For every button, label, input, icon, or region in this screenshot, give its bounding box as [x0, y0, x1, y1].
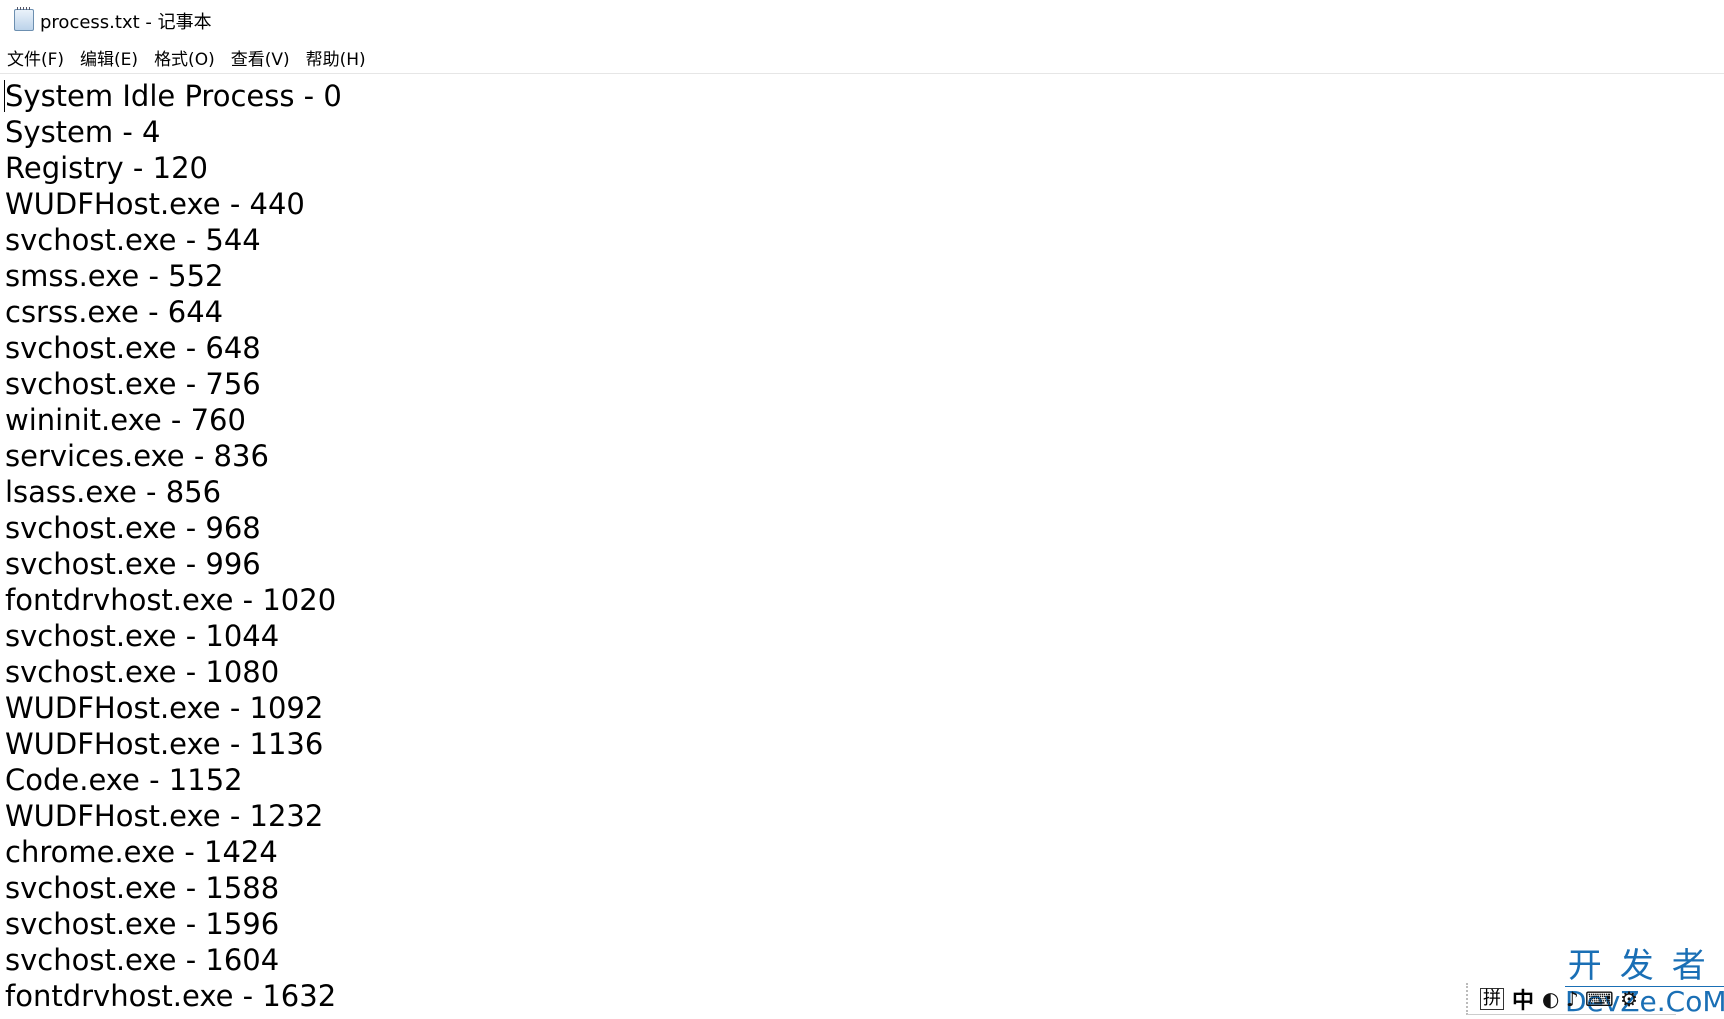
menu-file[interactable]: 文件(F)	[0, 42, 71, 72]
text-line: svchost.exe - 544	[5, 223, 261, 257]
text-line: System - 4	[5, 115, 161, 149]
text-line: smss.exe - 552	[5, 259, 224, 293]
text-line: chrome.exe - 1424	[5, 835, 278, 869]
watermark-cn: 开发者	[1565, 946, 1724, 987]
text-line: svchost.exe - 1596	[5, 907, 280, 941]
text-line: WUDFHost.exe - 1092	[5, 691, 324, 725]
ime-tool-icons[interactable]: ◐ ♪ ⌨ ⚙	[1542, 987, 1638, 1011]
text-line: fontdrvhost.exe - 1632	[5, 979, 337, 1013]
text-line: System Idle Process - 0	[5, 79, 342, 113]
document-lines: System Idle Process - 0 System - 4 Registr…	[5, 78, 342, 1014]
menu-help[interactable]: 帮助(H)	[299, 42, 373, 72]
ime-pinyin-mode[interactable]: 拼	[1480, 987, 1504, 1010]
text-line: svchost.exe - 1044	[5, 619, 280, 653]
text-line: services.exe - 836	[5, 439, 269, 473]
text-line: WUDFHost.exe - 440	[5, 187, 305, 221]
text-line: Code.exe - 1152	[5, 763, 243, 797]
ime-toolbar[interactable]: 拼 中 ◐ ♪ ⌨ ⚙	[1466, 983, 1676, 1015]
ime-language[interactable]: 中	[1512, 983, 1534, 1015]
text-line: svchost.exe - 968	[5, 511, 261, 545]
text-line: fontdrvhost.exe - 1020	[5, 583, 337, 617]
text-line: svchost.exe - 996	[5, 547, 261, 581]
title-bar: process.txt - 记事本	[0, 0, 1724, 40]
text-editor[interactable]: System Idle Process - 0 System - 4 Registr…	[0, 73, 1724, 1019]
text-line: svchost.exe - 648	[5, 331, 261, 365]
text-line: lsass.exe - 856	[5, 475, 222, 509]
notepad-icon	[14, 7, 34, 31]
menu-bar: 文件(F) 编辑(E) 格式(O) 查看(V) 帮助(H)	[0, 42, 1724, 72]
menu-view[interactable]: 查看(V)	[224, 42, 297, 72]
window-title: process.txt - 记事本	[40, 12, 212, 33]
text-line: csrss.exe - 644	[5, 295, 224, 329]
text-line: Registry - 120	[5, 151, 208, 185]
text-line: svchost.exe - 1604	[5, 943, 280, 977]
text-line: wininit.exe - 760	[5, 403, 246, 437]
text-line: WUDFHost.exe - 1232	[5, 799, 324, 833]
text-line: svchost.exe - 1588	[5, 871, 280, 905]
text-line: svchost.exe - 756	[5, 367, 261, 401]
text-line: svchost.exe - 1080	[5, 655, 280, 689]
text-line: WUDFHost.exe - 1136	[5, 727, 324, 761]
menu-format[interactable]: 格式(O)	[147, 42, 222, 72]
menu-edit[interactable]: 编辑(E)	[73, 42, 145, 72]
